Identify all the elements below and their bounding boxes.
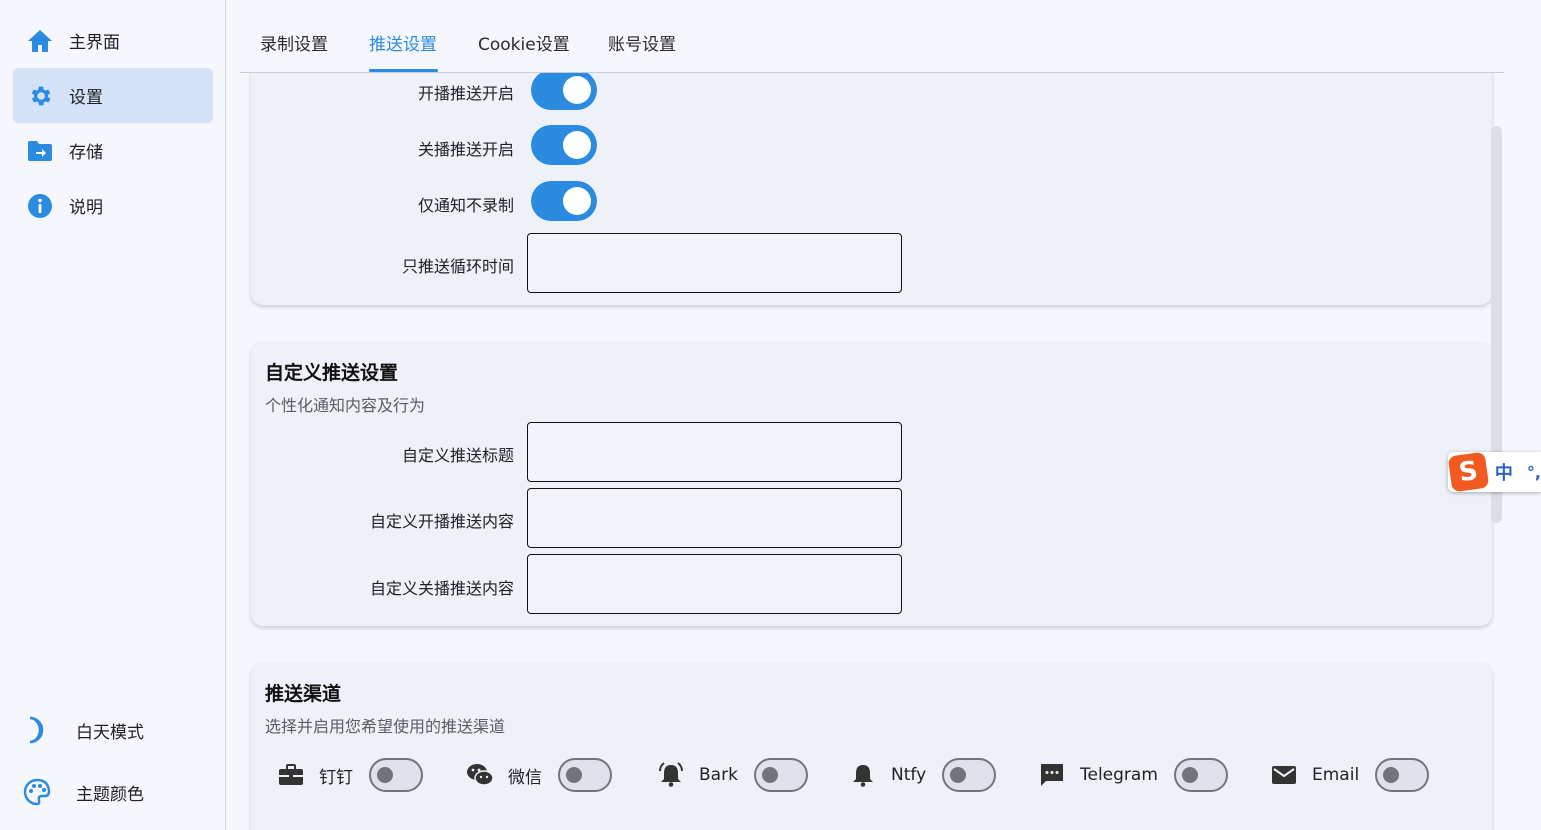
push-on-end-switch[interactable] [531,125,597,165]
info-icon [27,193,53,219]
custom-end-content-input[interactable] [527,554,902,614]
notify-only-label: 仅通知不录制 [417,196,514,215]
mail-icon [1270,761,1298,789]
custom-title-label: 自定义推送标题 [401,446,514,465]
channel-label: Ntfy [891,765,927,785]
home-icon [27,28,53,54]
channel-label: 钉钉 [319,767,353,788]
sidebar-item-label: 说明 [69,198,103,218]
tab-recording[interactable]: 录制设置 [260,30,328,73]
day-mode-toggle[interactable]: 白天模式 [22,710,144,750]
channel-dingtalk: 钉钉 [277,758,423,792]
channel-label: 微信 [508,767,542,788]
custom-title-input[interactable] [527,422,902,482]
wechat-switch[interactable] [558,758,612,792]
folder-arrow-icon [27,138,53,164]
custom-push-title: 自定义推送设置 [265,362,399,384]
push-channel-subtitle: 选择并启用您希望使用的推送渠道 [265,717,506,736]
ime-toolbar[interactable]: S 中 °, [1447,451,1541,493]
chat-icon [1038,761,1066,789]
gear-icon [27,83,53,109]
briefcase-icon [277,761,305,789]
channel-ntfy: Ntfy [849,758,997,792]
channel-label: Bark [699,765,738,785]
custom-push-subtitle: 个性化通知内容及行为 [265,396,426,415]
channel-label: Telegram [1080,765,1158,785]
ime-mode[interactable]: 中 [1495,459,1513,485]
sidebar-item-settings[interactable]: 设置 [13,68,213,123]
custom-start-content-input[interactable] [527,488,902,548]
push-on-end-label: 关播推送开启 [417,140,514,159]
ime-punct[interactable]: °, [1527,463,1541,482]
loop-time-label: 只推送循环时间 [401,257,514,276]
channel-bark: Bark [657,758,808,792]
tab-indicator [369,69,438,72]
email-switch[interactable] [1375,758,1430,792]
loop-time-input[interactable] [527,233,902,293]
push-on-start-label: 开播推送开启 [417,84,514,103]
bell-icon [849,761,877,789]
custom-end-content-label: 自定义关播推送内容 [369,579,514,598]
sidebar-item-home[interactable]: 主界面 [13,13,213,68]
dingtalk-switch[interactable] [369,758,423,792]
custom-push-card: 自定义推送设置 个性化通知内容及行为 自定义推送标题 自定义开播推送内容 自定义… [251,342,1492,626]
sidebar-item-label: 存储 [69,143,103,163]
theme-color-button[interactable]: 主题颜色 [22,772,144,812]
bark-switch[interactable] [753,758,808,792]
push-channel-title: 推送渠道 [265,683,342,705]
notify-only-switch[interactable] [531,181,597,221]
push-toggle-card: 开播推送开启 关播推送开启 仅通知不录制 只推送循环时间 [251,73,1492,305]
theme-color-label: 主题颜色 [76,784,144,805]
sidebar-item-storage[interactable]: 存储 [13,123,213,178]
channel-telegram: Telegram [1038,758,1228,792]
channel-label: Email [1312,765,1360,785]
channel-wechat: 微信 [466,758,612,792]
ntfy-switch[interactable] [942,758,997,792]
day-mode-label: 白天模式 [76,722,144,743]
settings-content: 开播推送开启 关播推送开启 仅通知不录制 只推送循环时间 自定义推送设置 个性化… [240,73,1504,830]
sidebar-item-help[interactable]: 说明 [13,178,213,233]
tab-account[interactable]: 账号设置 [608,30,676,73]
push-channel-card: 推送渠道 选择并启用您希望使用的推送渠道 钉钉 微信 Bark Ntfy Tel… [251,663,1492,830]
custom-start-content-label: 自定义开播推送内容 [369,512,514,531]
palette-icon [22,777,52,807]
sidebar-item-label: 设置 [69,88,103,108]
channel-email: Email [1270,758,1430,792]
sidebar: 主界面 设置 存储 说明 白天模式 主题颜色 [0,0,226,830]
bell-ring-icon [657,761,685,789]
moon-icon [22,715,52,745]
tab-push[interactable]: 推送设置 [369,30,437,73]
wechat-icon [466,761,494,789]
sidebar-item-label: 主界面 [69,33,120,53]
tab-cookie[interactable]: Cookie设置 [478,30,570,73]
push-on-start-switch[interactable] [531,73,597,110]
tab-bar: 录制设置 推送设置 Cookie设置 账号设置 [240,0,1504,73]
telegram-switch[interactable] [1173,758,1228,792]
sogou-logo-icon: S [1447,451,1490,493]
